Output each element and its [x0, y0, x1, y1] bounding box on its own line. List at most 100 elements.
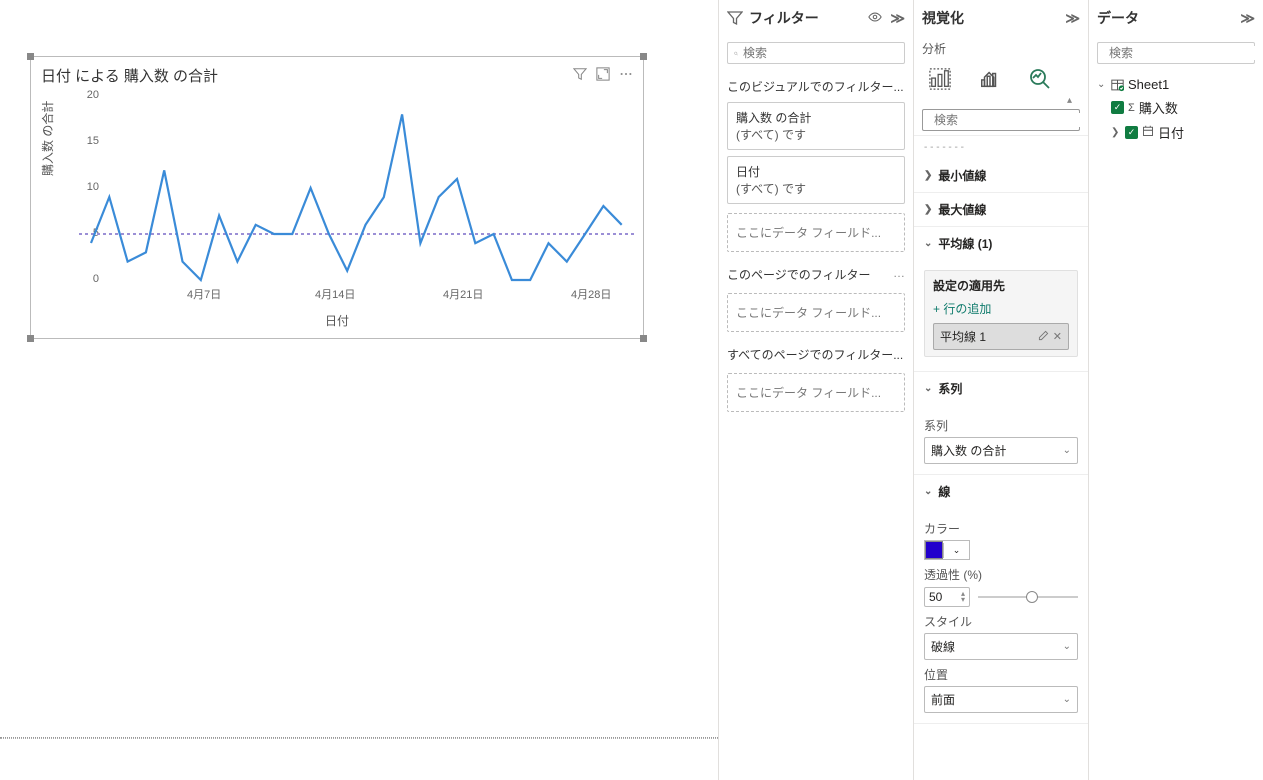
resize-handle[interactable] — [27, 335, 34, 342]
analytics-tab[interactable] — [1026, 65, 1054, 93]
viz-panel-title: 視覚化 — [922, 8, 964, 28]
canvas-footer-border — [0, 737, 718, 738]
section-max-line[interactable]: ❯最大値線 — [914, 193, 1088, 226]
chevron-right-icon: ❯ — [924, 170, 932, 181]
style-select[interactable]: 破線⌄ — [924, 633, 1078, 660]
resize-handle[interactable] — [640, 335, 647, 342]
filter-field-status: (すべて) です — [736, 126, 896, 143]
chevron-down-icon: ⌄ — [1063, 445, 1071, 456]
chevron-down-icon: ⌄ — [924, 383, 932, 394]
transparency-input[interactable]: 50▴▾ — [924, 587, 970, 607]
sigma-icon: Σ — [1128, 102, 1135, 114]
transparency-slider[interactable] — [978, 591, 1078, 603]
color-swatch — [925, 541, 943, 559]
collapse-panel-icon[interactable]: ≫ — [1240, 10, 1255, 27]
section-series[interactable]: ⌄系列 — [914, 372, 1088, 405]
field-row[interactable]: ❯ ✓ 日付 — [1095, 120, 1257, 145]
section-min-line[interactable]: ❯最小値線 — [914, 159, 1088, 192]
color-label: カラー — [924, 520, 1078, 537]
transparency-label: 透過性 (%) — [924, 566, 1078, 583]
visualizations-panel: 視覚化 ≫ 分析 ▴ - - - - - - - ❯最小値線 ❯最大値線 ⌄平均… — [913, 0, 1088, 780]
checked-checkbox-icon[interactable]: ✓ — [1111, 101, 1124, 114]
page-filters-heading: このページでのフィルター — [727, 266, 871, 283]
x-tick: 4月21日 — [443, 286, 483, 302]
chevron-down-icon: ⌄ — [924, 238, 932, 249]
x-tick: 4月28日 — [571, 286, 611, 302]
filter-card[interactable]: 購入数 の合計 (すべて) です — [727, 102, 905, 150]
eye-icon[interactable] — [868, 10, 882, 27]
search-icon — [734, 47, 738, 60]
edit-icon[interactable] — [1038, 330, 1049, 344]
line-chart-visual[interactable]: 日付 による 購入数 の合計 購入数 の合計 日付 20 15 10 5 0 4… — [30, 56, 644, 339]
field-name: 日付 — [1158, 123, 1184, 142]
viz-search-input[interactable] — [934, 113, 1088, 127]
table-node[interactable]: ⌄ Sheet1 — [1095, 74, 1257, 95]
style-label: スタイル — [924, 613, 1078, 630]
x-tick: 4月14日 — [315, 286, 355, 302]
chevron-right-icon: ❯ — [924, 204, 932, 215]
chevron-down-icon: ⌄ — [924, 486, 932, 497]
more-icon[interactable]: … — [893, 266, 905, 283]
data-search[interactable] — [1097, 42, 1255, 64]
field-name: 購入数 — [1139, 98, 1178, 117]
build-visual-tab[interactable] — [926, 65, 954, 93]
filters-panel: フィルター ≫ このビジュアルでのフィルター... 購入数 の合計 (すべて) … — [718, 0, 913, 780]
avg-line-item[interactable]: 平均線 1 ✕ — [933, 323, 1069, 350]
checked-checkbox-icon[interactable]: ✓ — [1125, 126, 1138, 139]
chevron-down-icon: ⌄ — [1063, 641, 1071, 652]
x-axis-label: 日付 — [325, 312, 349, 329]
drop-field-target[interactable]: ここにデータ フィールド... — [727, 293, 905, 332]
apply-to-label: 設定の適用先 — [933, 277, 1069, 294]
data-panel-title: データ — [1097, 8, 1139, 28]
resize-handle[interactable] — [27, 53, 34, 60]
viz-subtitle: 分析 — [914, 36, 1088, 61]
section-line[interactable]: ⌄線 — [914, 475, 1088, 508]
collapse-panel-icon[interactable]: ≫ — [890, 10, 905, 27]
more-options-icon[interactable] — [619, 67, 633, 84]
filter-icon — [727, 10, 743, 26]
y-axis-label: 購入数 の合計 — [39, 101, 56, 176]
filter-field-status: (すべて) です — [736, 180, 896, 197]
tab-pointer-icon: ▴ — [914, 95, 1088, 105]
line-plot — [79, 86, 637, 286]
filters-search[interactable] — [727, 42, 905, 64]
series-select[interactable]: 購入数 の合計⌄ — [924, 437, 1078, 464]
all-pages-filters-heading: すべてのページでのフィルター... — [727, 346, 903, 363]
chevron-right-icon: ❯ — [1111, 127, 1121, 138]
viz-search[interactable] — [922, 109, 1080, 131]
resize-handle[interactable] — [640, 53, 647, 60]
chart-series-line — [91, 114, 622, 280]
drop-field-target[interactable]: ここにデータ フィールド... — [727, 373, 905, 412]
delete-icon[interactable]: ✕ — [1053, 330, 1062, 343]
filters-panel-title: フィルター — [749, 8, 819, 28]
data-search-input[interactable] — [1109, 46, 1263, 60]
apply-settings-card: 設定の適用先 + 行の追加 平均線 1 ✕ — [924, 270, 1078, 357]
filter-field-name: 日付 — [736, 163, 896, 180]
color-picker[interactable]: ⌄ — [924, 540, 970, 560]
report-canvas[interactable]: 日付 による 購入数 の合計 購入数 の合計 日付 20 15 10 5 0 4… — [0, 0, 718, 739]
chevron-down-icon: ⌄ — [943, 543, 969, 558]
field-row[interactable]: ✓ Σ 購入数 — [1095, 95, 1257, 120]
table-icon — [1111, 78, 1124, 91]
position-select[interactable]: 前面⌄ — [924, 686, 1078, 713]
spinner-icon[interactable]: ▴▾ — [961, 591, 965, 603]
section-avg-line[interactable]: ⌄平均線 (1) — [914, 227, 1088, 260]
collapse-panel-icon[interactable]: ≫ — [1065, 10, 1080, 27]
chevron-down-icon: ⌄ — [1097, 79, 1107, 90]
series-label: 系列 — [924, 417, 1078, 434]
filter-field-name: 購入数 の合計 — [736, 109, 896, 126]
filter-card[interactable]: 日付 (すべて) です — [727, 156, 905, 204]
visual-filters-heading: このビジュアルでのフィルター... — [727, 78, 904, 95]
drop-field-target[interactable]: ここにデータ フィールド... — [727, 213, 905, 252]
table-name: Sheet1 — [1128, 77, 1169, 92]
filters-search-input[interactable] — [743, 46, 898, 60]
x-tick: 4月7日 — [187, 286, 221, 302]
focus-mode-icon[interactable] — [596, 67, 610, 84]
format-visual-tab[interactable] — [976, 65, 1004, 93]
add-row-button[interactable]: + 行の追加 — [933, 300, 1069, 317]
truncated-item: - - - - - - - — [914, 135, 1088, 159]
calendar-icon — [1142, 125, 1154, 140]
position-label: 位置 — [924, 666, 1078, 683]
filter-icon[interactable] — [573, 67, 587, 84]
chevron-down-icon: ⌄ — [1063, 694, 1071, 705]
